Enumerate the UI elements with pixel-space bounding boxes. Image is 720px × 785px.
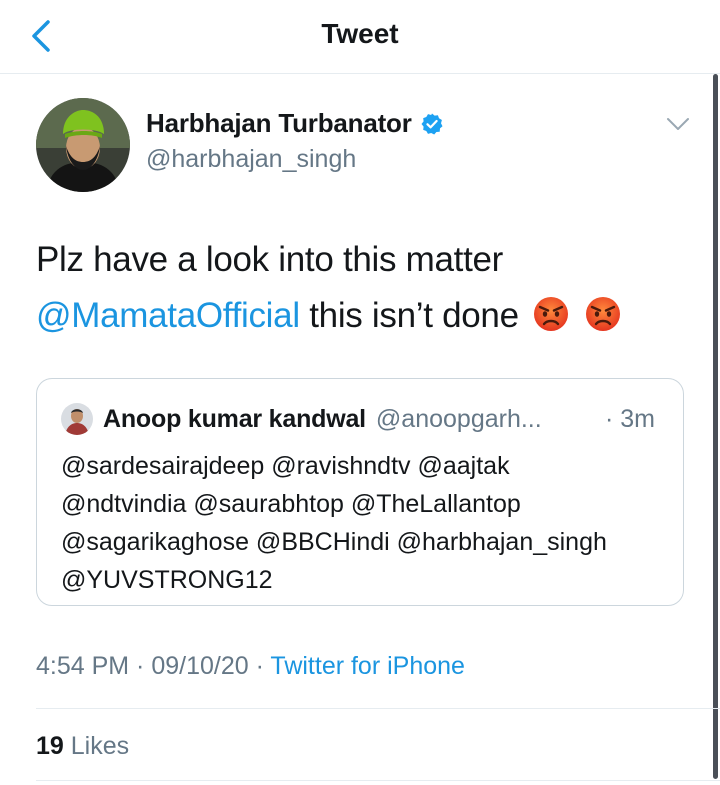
- angry-face-emoji: [585, 297, 620, 331]
- meta-separator: ·: [248, 652, 271, 680]
- quoted-tweet-time: · 3m: [605, 405, 655, 433]
- quoted-tweet[interactable]: Anoop kumar kandwal @anoopgarh... · 3m @…: [36, 378, 684, 606]
- likes-stat[interactable]: 19 Likes: [36, 732, 129, 761]
- quoted-text-line: @sagarikaghose @BBCHindi @harbhajan_sing…: [61, 528, 607, 556]
- tweet-text: Plz have a look into this matter @Mamata…: [36, 232, 696, 344]
- quoted-author-name: Anoop kumar kandwal: [103, 404, 366, 433]
- quoted-author-avatar: [61, 403, 93, 435]
- scrollbar[interactable]: [713, 74, 718, 779]
- verified-badge-icon: [421, 113, 443, 134]
- tweet-line-2: @MamataOfficial this isn’t done: [36, 288, 696, 344]
- likes-count: 19: [36, 732, 64, 760]
- divider: [36, 780, 720, 781]
- nav-bar: Tweet: [0, 0, 720, 74]
- tweet-time: 4:54 PM: [36, 652, 130, 680]
- tweet-source-link[interactable]: Twitter for iPhone: [270, 652, 465, 680]
- quoted-text-line: @ndtvindia @saurabhtop @TheLallantop: [61, 490, 521, 518]
- mention-link[interactable]: @MamataOfficial: [36, 296, 300, 335]
- likes-label: Likes: [70, 732, 130, 760]
- quoted-tweet-header: Anoop kumar kandwal @anoopgarh...: [61, 403, 542, 435]
- tweet-line-1: Plz have a look into this matter: [36, 240, 504, 279]
- tweet-line-2-text: this isn’t done: [309, 296, 519, 335]
- quoted-author-handle: @anoopgarh...: [375, 404, 542, 433]
- author-avatar[interactable]: [36, 98, 130, 192]
- author-handle[interactable]: @harbhajan_singh: [146, 145, 444, 174]
- author-name[interactable]: Harbhajan Turbanator: [146, 108, 412, 139]
- page-title: Tweet: [321, 18, 399, 49]
- quoted-text-line: @sardesairajdeep @ravishndtv @aajtak: [61, 452, 510, 480]
- meta-separator: ·: [129, 652, 152, 680]
- author-info: Harbhajan Turbanator @harbhajan_singh: [146, 108, 444, 174]
- angry-face-emoji: [534, 297, 569, 331]
- quoted-tweet-text: @sardesairajdeep @ravishndtv @aajtak @nd…: [61, 447, 671, 599]
- tweet-date: 09/10/20: [151, 652, 249, 680]
- chevron-down-icon[interactable]: [664, 114, 692, 134]
- quoted-text-line: @YUVSTRONG12: [61, 566, 273, 594]
- tweet-meta: 4:54 PM · 09/10/20 · Twitter for iPhone: [36, 652, 465, 681]
- divider: [36, 708, 720, 709]
